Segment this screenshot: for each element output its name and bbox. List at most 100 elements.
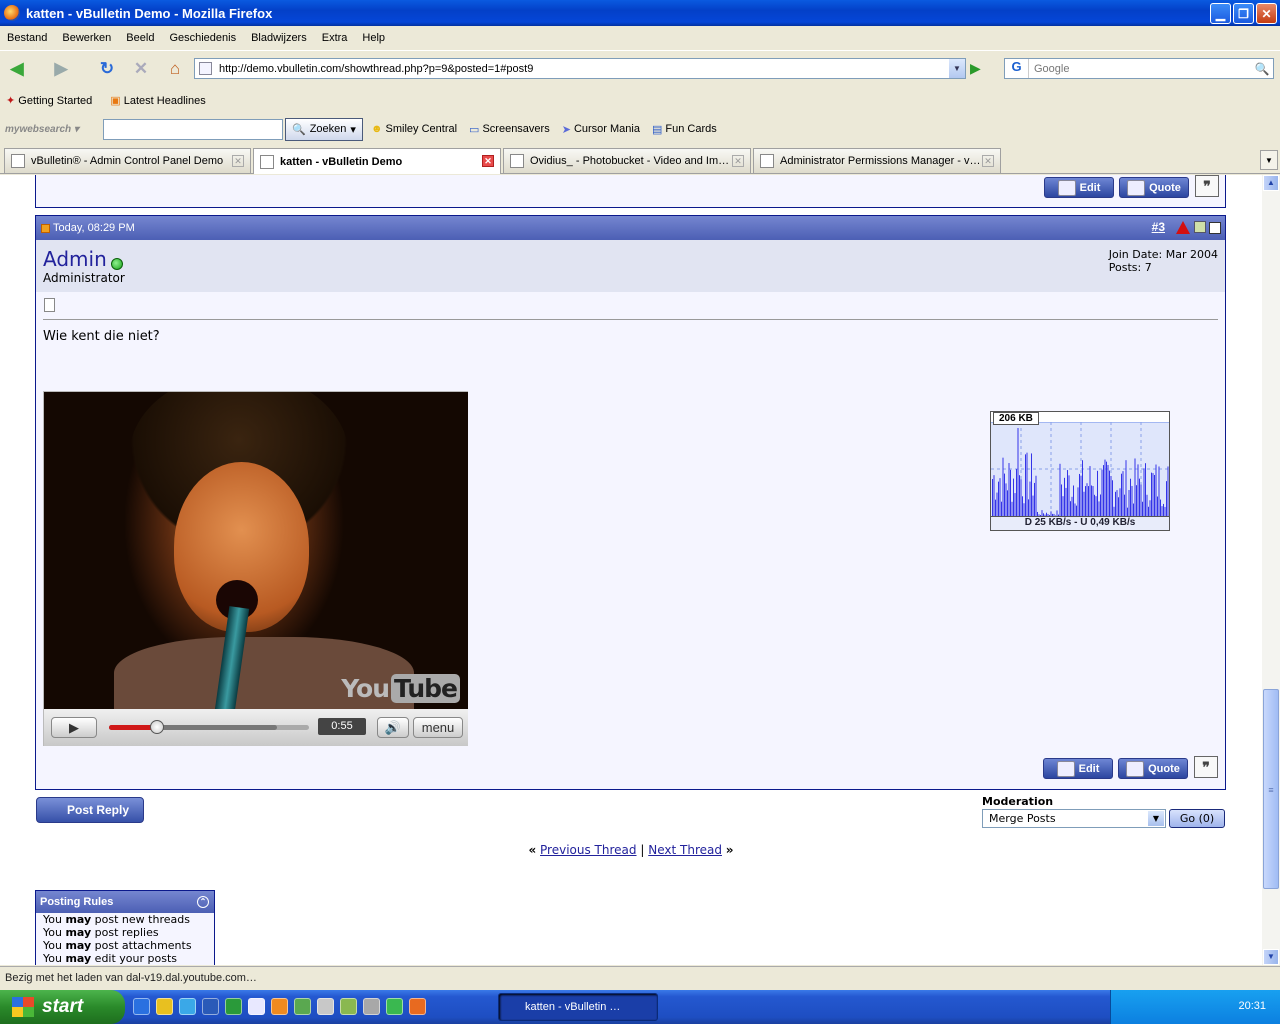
go-icon[interactable]: ▶ bbox=[970, 60, 981, 77]
tab-photobucket[interactable]: Ovidius_ - Photobucket - Video and Im… ✕ bbox=[503, 148, 751, 173]
quicklaunch-app-icon[interactable] bbox=[133, 998, 150, 1015]
taskbar-firefox-window[interactable]: katten - vBulletin … bbox=[498, 993, 658, 1021]
network-graph-bar bbox=[1097, 470, 1098, 516]
search-icon[interactable]: 🔍 bbox=[1251, 62, 1273, 76]
quicklaunch-word-icon[interactable] bbox=[202, 998, 219, 1015]
mywebsearch-logo[interactable]: mywebsearch ▾ bbox=[5, 124, 103, 135]
tab-close-icon[interactable]: ✕ bbox=[482, 155, 494, 167]
scroll-up-icon[interactable]: ▲ bbox=[1263, 175, 1279, 191]
network-graph-bar bbox=[1118, 497, 1119, 516]
tab-admin-control-panel[interactable]: vBulletin® - Admin Control Panel Demo ✕ bbox=[4, 148, 251, 173]
quicklaunch-app-icon[interactable] bbox=[386, 998, 403, 1015]
quote-button[interactable]: Quote bbox=[1119, 177, 1189, 198]
quicklaunch-excel-icon[interactable] bbox=[225, 998, 242, 1015]
multiquote-icon[interactable]: ❞ bbox=[1195, 175, 1219, 197]
scroll-thumb[interactable]: ≡ bbox=[1263, 689, 1279, 889]
scroll-down-icon[interactable]: ▼ bbox=[1263, 949, 1279, 965]
fun-cards-link[interactable]: ▤ Fun Cards bbox=[652, 123, 717, 136]
network-graph-bar bbox=[1104, 459, 1106, 516]
seek-handle[interactable] bbox=[150, 720, 164, 734]
network-graph-bar bbox=[1002, 457, 1004, 516]
forward-button[interactable]: ▶ bbox=[48, 56, 74, 82]
menu-beeld[interactable]: Beeld bbox=[126, 32, 154, 44]
video-controls: ▶ 0:55 🔊 menu bbox=[44, 709, 468, 746]
screensavers-link[interactable]: ▭ Screensavers bbox=[469, 123, 550, 136]
username-link[interactable]: Admin bbox=[43, 247, 107, 271]
cursor-mania-link[interactable]: ➤ Cursor Mania bbox=[562, 123, 640, 136]
vbulletin-icon bbox=[760, 154, 774, 168]
back-button[interactable]: ◀ bbox=[4, 56, 30, 82]
tab-katten[interactable]: katten - vBulletin Demo ✕ bbox=[253, 148, 501, 174]
menu-help[interactable]: Help bbox=[362, 32, 385, 44]
network-graph-bar bbox=[1083, 491, 1085, 516]
rule-post: post attachments bbox=[91, 939, 192, 952]
status-bar: Bezig met het laden van dal-v19.dal.yout… bbox=[0, 966, 1280, 988]
volume-icon[interactable]: 🔊 bbox=[377, 717, 409, 738]
bookmark-latest-headlines[interactable]: ▣ Latest Headlines bbox=[110, 94, 205, 107]
network-graph-bar bbox=[1076, 505, 1077, 516]
moderation-select[interactable]: Merge Posts ▼ bbox=[982, 809, 1166, 828]
collapse-icon[interactable]: ⌃ bbox=[197, 896, 209, 908]
chevron-down-icon[interactable]: ▼ bbox=[1148, 811, 1164, 826]
report-warning-icon[interactable] bbox=[1176, 221, 1190, 234]
video-menu-button[interactable]: menu bbox=[413, 717, 463, 738]
tab-list-icon[interactable]: ▼ bbox=[1260, 150, 1278, 170]
video-frame[interactable]: You Tube bbox=[44, 392, 468, 709]
network-graph-bar bbox=[1089, 466, 1091, 516]
zoeken-button[interactable]: 🔍 Zoeken ▾ bbox=[285, 117, 363, 141]
seek-bar[interactable] bbox=[109, 720, 309, 734]
quicklaunch-app-icon[interactable] bbox=[271, 998, 288, 1015]
mywebsearch-input[interactable] bbox=[103, 118, 283, 140]
network-graph-bar bbox=[1140, 484, 1142, 516]
clock[interactable]: 20:31 bbox=[1238, 1000, 1266, 1012]
menu-bestand[interactable]: Bestand bbox=[7, 32, 47, 44]
quicklaunch-app-icon[interactable] bbox=[294, 998, 311, 1015]
quicklaunch-app-icon[interactable] bbox=[317, 998, 334, 1015]
reload-icon[interactable]: ↻ bbox=[94, 56, 120, 82]
post-number-link[interactable]: #3 bbox=[1152, 220, 1165, 234]
quicklaunch-app-icon[interactable] bbox=[156, 998, 173, 1015]
tab-close-icon[interactable]: ✕ bbox=[232, 155, 244, 167]
quicklaunch-app-icon[interactable] bbox=[363, 998, 380, 1015]
post-reply-button[interactable]: Post Reply bbox=[36, 797, 144, 823]
vertical-scrollbar[interactable]: ▲ ≡ ▼ bbox=[1262, 175, 1280, 965]
bookmark-getting-started[interactable]: ✦ Getting Started bbox=[6, 94, 92, 107]
multiquote-icon[interactable]: ❞ bbox=[1194, 756, 1218, 778]
url-dropdown-icon[interactable]: ▼ bbox=[949, 59, 965, 78]
moderation-checkbox[interactable] bbox=[1209, 222, 1221, 234]
restore-button[interactable]: ❐ bbox=[1233, 3, 1254, 24]
previous-thread-link[interactable]: Previous Thread bbox=[540, 843, 637, 857]
ip-icon[interactable] bbox=[1194, 221, 1206, 233]
menu-bewerken[interactable]: Bewerken bbox=[62, 32, 111, 44]
google-icon[interactable]: G bbox=[1005, 59, 1029, 78]
tab-admin-permissions[interactable]: Administrator Permissions Manager - v… ✕ bbox=[753, 148, 1001, 173]
moderation-go-button[interactable]: Go (0) bbox=[1169, 809, 1225, 828]
tab-close-icon[interactable]: ✕ bbox=[732, 155, 744, 167]
smiley-central-link[interactable]: ☻ Smiley Central bbox=[371, 123, 457, 135]
quicklaunch-media-icon[interactable] bbox=[248, 998, 265, 1015]
quicklaunch-firefox-icon[interactable] bbox=[409, 998, 426, 1015]
search-input[interactable]: Google bbox=[1029, 63, 1251, 75]
chevron-down-icon[interactable]: ▾ bbox=[350, 123, 356, 136]
quicklaunch-app-icon[interactable] bbox=[340, 998, 357, 1015]
edit-button[interactable]: Edit bbox=[1043, 758, 1113, 779]
network-monitor-overlay[interactable]: 206 KB D 25 KB/s - U 0,49 KB/s bbox=[990, 411, 1170, 531]
search-bar[interactable]: G Google 🔍 bbox=[1004, 58, 1274, 79]
url-bar[interactable]: http://demo.vbulletin.com/showthread.php… bbox=[194, 58, 966, 79]
edit-button[interactable]: Edit bbox=[1044, 177, 1114, 198]
quicklaunch-ie-icon[interactable] bbox=[179, 998, 196, 1015]
start-button[interactable]: start bbox=[0, 990, 125, 1024]
youtube-player[interactable]: You Tube ▶ 0:55 🔊 menu bbox=[43, 391, 468, 746]
menu-geschiedenis[interactable]: Geschiedenis bbox=[169, 32, 236, 44]
quote-button[interactable]: Quote bbox=[1118, 758, 1188, 779]
play-button[interactable]: ▶ bbox=[51, 717, 97, 738]
network-graph-bar bbox=[998, 481, 999, 516]
minimize-button[interactable]: ▁ bbox=[1210, 3, 1231, 24]
home-icon[interactable]: ⌂ bbox=[162, 56, 188, 82]
stop-icon[interactable]: ✕ bbox=[128, 56, 154, 82]
menu-extra[interactable]: Extra bbox=[322, 32, 348, 44]
menu-bladwijzers[interactable]: Bladwijzers bbox=[251, 32, 307, 44]
tab-close-icon[interactable]: ✕ bbox=[982, 155, 994, 167]
next-thread-link[interactable]: Next Thread bbox=[648, 843, 722, 857]
close-button[interactable]: ✕ bbox=[1256, 3, 1277, 24]
